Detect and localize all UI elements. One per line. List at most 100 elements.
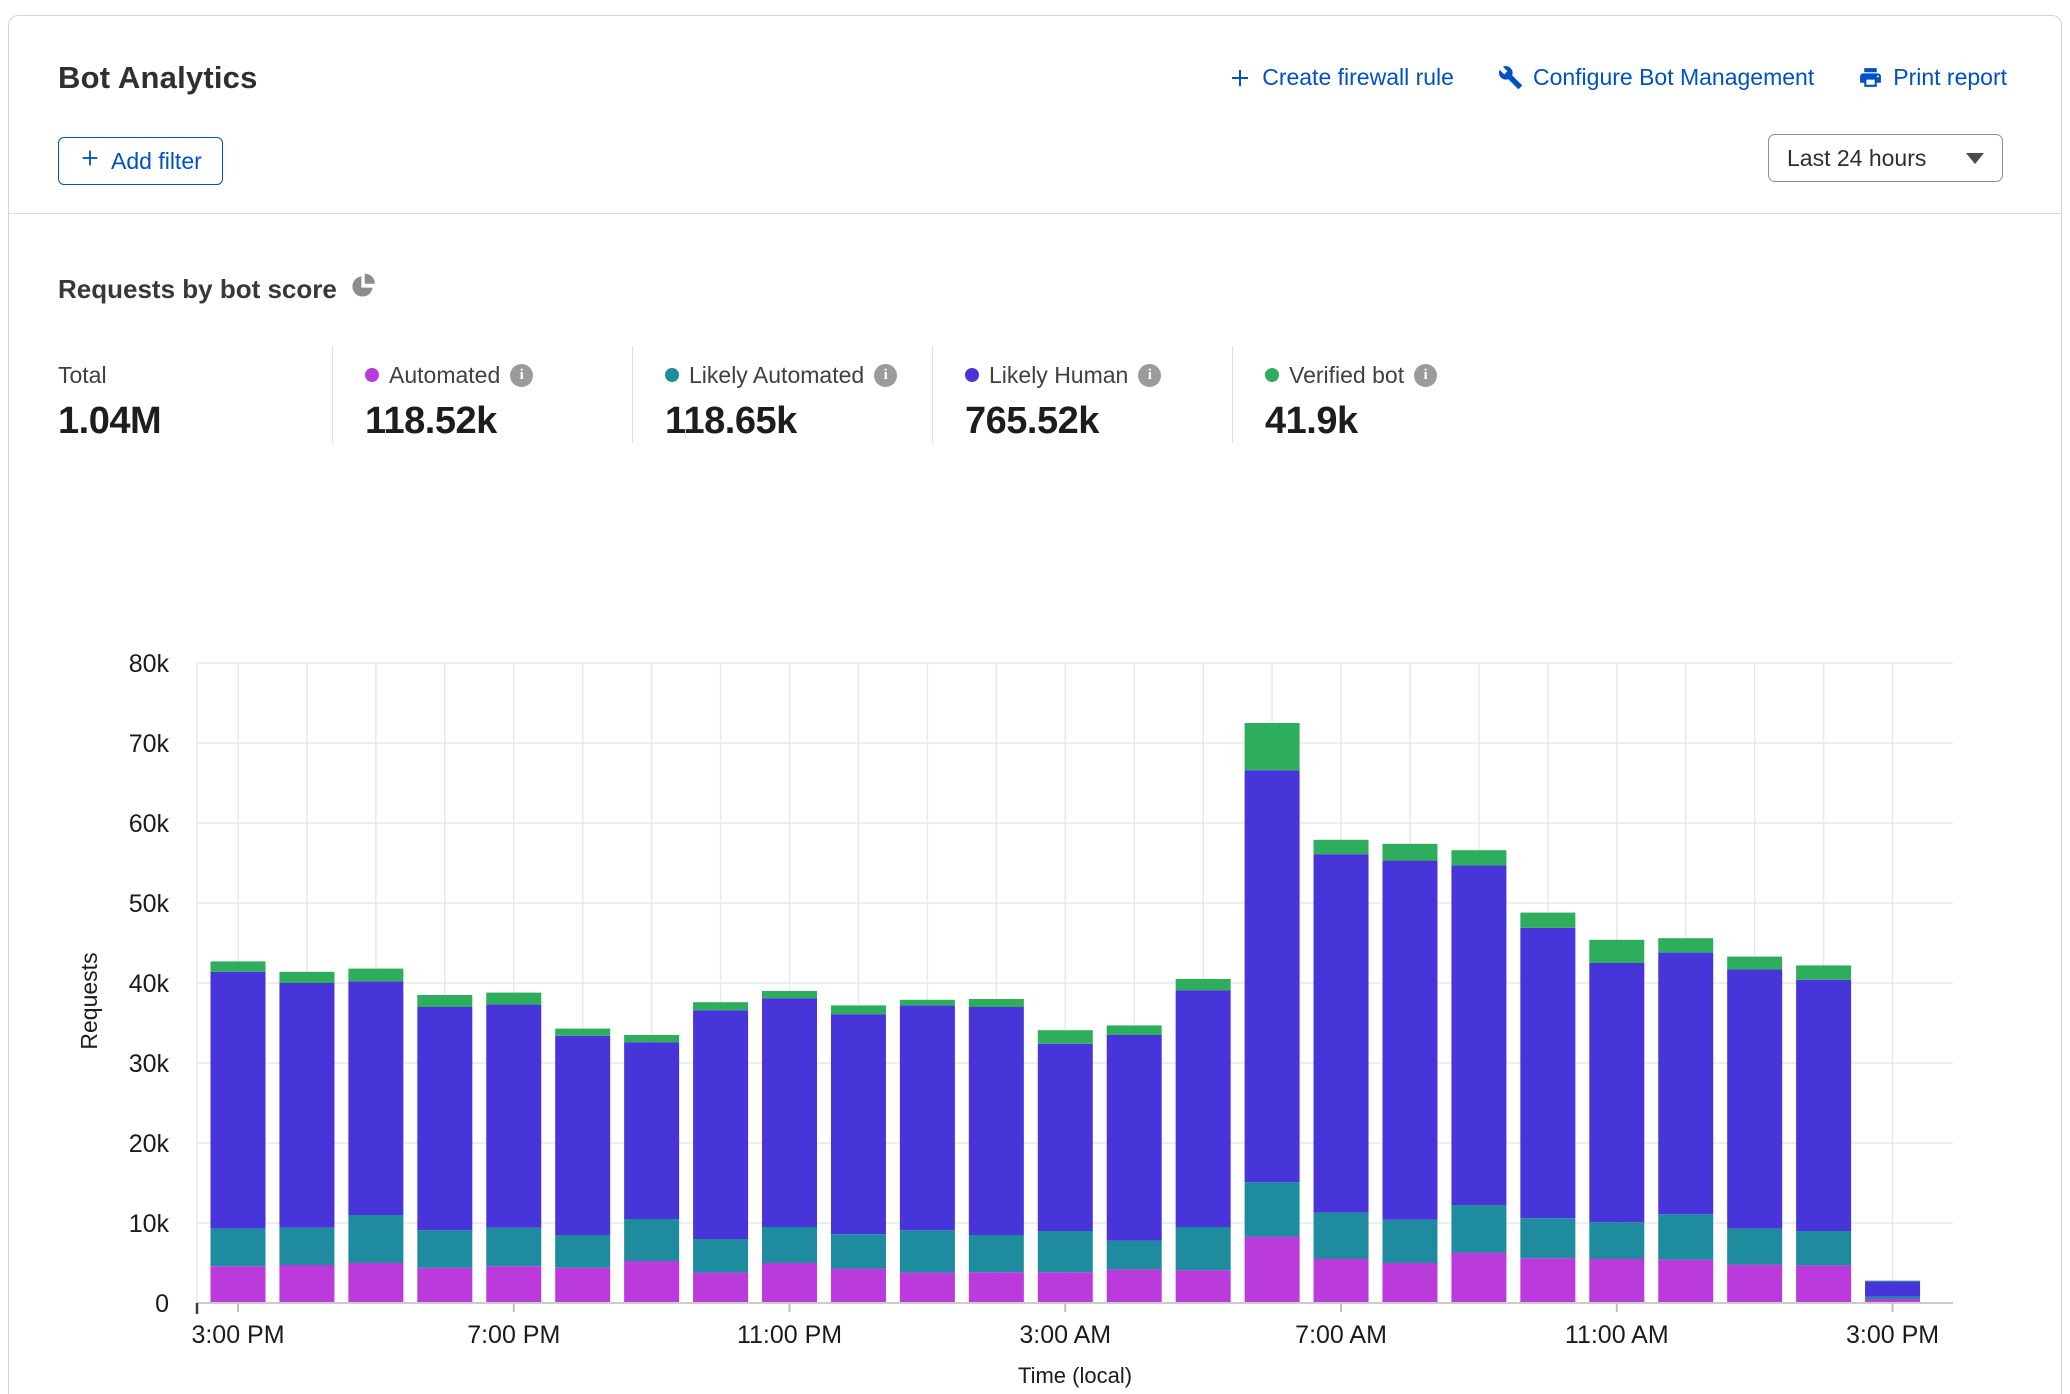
bar-segment-verified-bot[interactable] (969, 999, 1024, 1007)
bar-segment-likely-automated[interactable] (1865, 1297, 1920, 1299)
bar-segment-automated[interactable] (693, 1273, 748, 1303)
bar-segment-likely-automated[interactable] (969, 1235, 1024, 1272)
bar-segment-verified-bot[interactable] (1107, 1025, 1162, 1035)
bar-segment-verified-bot[interactable] (1314, 840, 1369, 854)
bar-segment-likely-automated[interactable] (693, 1239, 748, 1273)
bar-segment-likely-human[interactable] (1245, 770, 1300, 1182)
bar-segment-automated[interactable] (1520, 1258, 1575, 1303)
bar-segment-verified-bot[interactable] (1451, 850, 1506, 865)
bar-segment-automated[interactable] (555, 1268, 610, 1303)
bar-segment-automated[interactable] (1727, 1265, 1782, 1303)
bar-segment-likely-human[interactable] (417, 1007, 472, 1230)
bar-segment-likely-automated[interactable] (1520, 1218, 1575, 1258)
bar-segment-automated[interactable] (1176, 1270, 1231, 1303)
bar-segment-automated[interactable] (762, 1263, 817, 1303)
bar-segment-verified-bot[interactable] (279, 972, 334, 983)
time-range-select[interactable]: Last 24 hours (1768, 134, 2003, 182)
bar-segment-verified-bot[interactable] (1176, 979, 1231, 990)
bar-segment-likely-human[interactable] (1589, 963, 1644, 1222)
bar-segment-likely-automated[interactable] (1038, 1231, 1093, 1272)
bar-segment-verified-bot[interactable] (831, 1005, 886, 1014)
bar-segment-automated[interactable] (211, 1266, 266, 1303)
bar-segment-likely-automated[interactable] (762, 1227, 817, 1263)
bar-segment-likely-human[interactable] (1107, 1035, 1162, 1241)
bar-segment-likely-human[interactable] (279, 983, 334, 1228)
bar-segment-verified-bot[interactable] (900, 1000, 955, 1006)
bar-segment-verified-bot[interactable] (1245, 723, 1300, 770)
bar-segment-verified-bot[interactable] (348, 969, 403, 982)
bar-segment-likely-human[interactable] (1796, 980, 1851, 1231)
print-report-link[interactable]: Print report (1858, 64, 2007, 91)
bar-segment-automated[interactable] (486, 1266, 541, 1303)
bar-segment-likely-automated[interactable] (1451, 1205, 1506, 1253)
bar-segment-likely-human[interactable] (1451, 865, 1506, 1205)
bar-segment-automated[interactable] (1796, 1265, 1851, 1303)
create-firewall-rule-link[interactable]: Create firewall rule (1228, 64, 1454, 91)
bar-segment-verified-bot[interactable] (624, 1035, 679, 1042)
bar-segment-likely-automated[interactable] (1796, 1231, 1851, 1265)
bar-segment-verified-bot[interactable] (1865, 1281, 1920, 1282)
bar-segment-verified-bot[interactable] (555, 1029, 610, 1036)
bar-segment-likely-human[interactable] (1520, 928, 1575, 1218)
bar-segment-likely-automated[interactable] (348, 1215, 403, 1263)
bar-segment-likely-human[interactable] (1658, 953, 1713, 1215)
info-icon[interactable]: i (1414, 364, 1437, 387)
bar-segment-likely-automated[interactable] (486, 1228, 541, 1266)
bar-segment-likely-automated[interactable] (624, 1219, 679, 1261)
bar-segment-verified-bot[interactable] (1038, 1030, 1093, 1044)
bar-segment-likely-human[interactable] (969, 1007, 1024, 1235)
bar-segment-likely-human[interactable] (762, 998, 817, 1227)
bar-segment-likely-automated[interactable] (1382, 1220, 1437, 1263)
bar-segment-verified-bot[interactable] (762, 991, 817, 998)
bar-segment-automated[interactable] (1382, 1263, 1437, 1303)
bar-segment-automated[interactable] (1245, 1237, 1300, 1303)
bar-segment-likely-human[interactable] (486, 1005, 541, 1228)
bar-segment-automated[interactable] (1107, 1269, 1162, 1303)
bar-segment-automated[interactable] (1038, 1272, 1093, 1303)
bar-segment-likely-human[interactable] (1176, 990, 1231, 1227)
bar-segment-likely-human[interactable] (1314, 854, 1369, 1212)
bar-segment-likely-human[interactable] (1865, 1281, 1920, 1296)
bar-segment-automated[interactable] (1451, 1253, 1506, 1303)
bar-segment-likely-automated[interactable] (900, 1230, 955, 1272)
bar-segment-verified-bot[interactable] (1727, 957, 1782, 970)
info-icon[interactable]: i (510, 364, 533, 387)
bar-segment-likely-human[interactable] (831, 1014, 886, 1234)
bar-segment-automated[interactable] (1314, 1259, 1369, 1303)
bar-segment-likely-automated[interactable] (831, 1234, 886, 1268)
bar-segment-automated[interactable] (1589, 1259, 1644, 1303)
bar-segment-likely-human[interactable] (624, 1042, 679, 1219)
bar-segment-likely-human[interactable] (211, 972, 266, 1229)
info-icon[interactable]: i (874, 364, 897, 387)
bar-segment-likely-human[interactable] (1038, 1044, 1093, 1231)
bar-segment-verified-bot[interactable] (1589, 940, 1644, 963)
bar-segment-likely-human[interactable] (693, 1010, 748, 1239)
bar-segment-likely-automated[interactable] (1314, 1213, 1369, 1259)
bar-segment-likely-automated[interactable] (1589, 1222, 1644, 1259)
bar-segment-likely-human[interactable] (348, 981, 403, 1215)
bar-segment-likely-human[interactable] (900, 1005, 955, 1230)
info-icon[interactable]: i (1138, 364, 1161, 387)
bar-segment-automated[interactable] (969, 1272, 1024, 1303)
bar-segment-likely-automated[interactable] (555, 1235, 610, 1268)
bar-segment-verified-bot[interactable] (1658, 938, 1713, 952)
bar-segment-likely-automated[interactable] (1658, 1214, 1713, 1260)
bar-segment-verified-bot[interactable] (211, 961, 266, 971)
bar-segment-likely-human[interactable] (555, 1036, 610, 1235)
bar-segment-automated[interactable] (831, 1269, 886, 1303)
bar-segment-automated[interactable] (900, 1273, 955, 1303)
bar-segment-likely-automated[interactable] (417, 1230, 472, 1268)
bar-segment-automated[interactable] (279, 1265, 334, 1303)
bar-segment-likely-automated[interactable] (279, 1228, 334, 1265)
bar-segment-likely-automated[interactable] (1727, 1229, 1782, 1265)
bar-segment-automated[interactable] (348, 1263, 403, 1303)
bar-segment-verified-bot[interactable] (486, 993, 541, 1005)
configure-bot-management-link[interactable]: Configure Bot Management (1498, 64, 1814, 91)
bar-segment-verified-bot[interactable] (1796, 965, 1851, 979)
bar-segment-likely-human[interactable] (1382, 861, 1437, 1220)
add-filter-button[interactable]: Add filter (58, 137, 223, 185)
bar-segment-automated[interactable] (1658, 1260, 1713, 1303)
bar-segment-verified-bot[interactable] (693, 1002, 748, 1010)
bar-segment-verified-bot[interactable] (1520, 913, 1575, 928)
bar-segment-likely-automated[interactable] (211, 1229, 266, 1267)
